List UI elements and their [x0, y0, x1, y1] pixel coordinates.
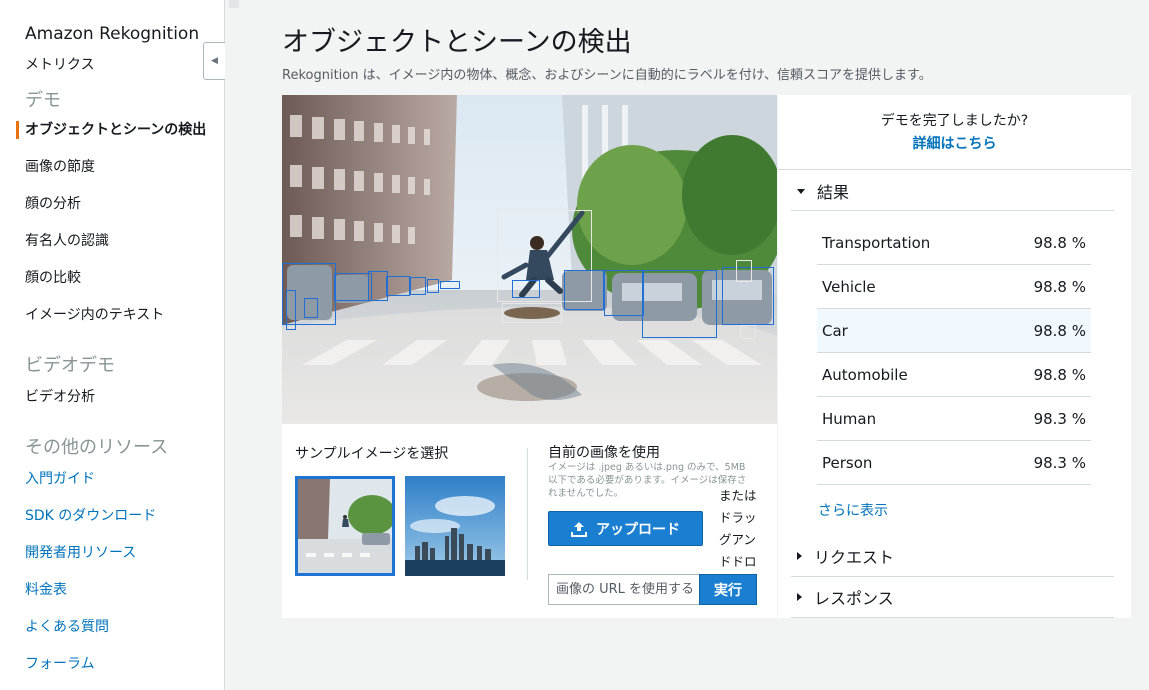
page-title: オブジェクトとシーンの検出	[282, 27, 632, 58]
result-label: Transportation	[822, 233, 931, 252]
sample-image-skateboarder[interactable]	[295, 476, 395, 576]
result-row[interactable]: Vehicle 98.8 %	[817, 265, 1091, 309]
sidebar-item-video-analysis[interactable]: ビデオ分析	[0, 387, 224, 407]
sidebar-collapse-button[interactable]: ◀	[203, 42, 225, 80]
sample-thumbnail-street	[298, 479, 392, 573]
bbox-car[interactable]	[286, 290, 296, 330]
bbox-sign[interactable]	[736, 260, 752, 282]
sidebar-item-object-scene[interactable]: オブジェクトとシーンの検出	[0, 120, 224, 140]
analyzed-image	[282, 95, 777, 424]
sidebar-item-developer-resources[interactable]: 開発者用リソース	[0, 543, 224, 563]
result-row[interactable]: Car 98.8 %	[817, 309, 1091, 353]
scroll-strip	[229, 0, 239, 8]
result-row[interactable]: Automobile 98.8 %	[817, 353, 1091, 397]
sidebar-item-metrics[interactable]: メトリクス	[0, 55, 224, 75]
bbox-car[interactable]	[334, 273, 372, 301]
result-label: Person	[822, 453, 873, 472]
bbox-car[interactable]	[304, 298, 318, 318]
divider	[791, 576, 1114, 577]
request-title: リクエスト	[814, 548, 895, 567]
show-more-link[interactable]: さらに表示	[818, 500, 888, 520]
sidebar-section-video: ビデオデモ	[25, 355, 115, 376]
result-label: Vehicle	[822, 277, 876, 296]
bbox-car[interactable]	[440, 281, 460, 289]
result-row[interactable]: Human 98.3 %	[817, 397, 1091, 441]
caret-right-icon	[797, 552, 802, 560]
bbox-car[interactable]	[604, 270, 644, 316]
main-content: オブジェクトとシーンの検出 Rekognition は、イメージ内の物体、概念、…	[241, 0, 1149, 690]
result-score: 98.8 %	[1033, 365, 1086, 384]
caret-down-icon	[797, 188, 805, 194]
bbox-wheel[interactable]	[740, 325, 756, 339]
upload-icon	[571, 521, 587, 537]
divider	[791, 617, 1114, 618]
bbox-car[interactable]	[642, 270, 717, 338]
bbox-car[interactable]	[410, 277, 426, 295]
bbox-car[interactable]	[427, 279, 439, 293]
sample-thumbnail-skyline	[405, 476, 505, 576]
divider	[527, 448, 528, 580]
result-score: 98.3 %	[1033, 453, 1086, 472]
results-accordion-header[interactable]: 結果	[797, 179, 849, 203]
caret-right-icon	[797, 593, 802, 601]
divider	[778, 169, 1131, 170]
results-title: 結果	[817, 183, 850, 202]
result-label: Automobile	[822, 365, 908, 384]
sidebar-item-faq[interactable]: よくある質問	[0, 617, 224, 637]
bbox-car[interactable]	[512, 280, 540, 298]
response-title: レスポンス	[814, 589, 894, 608]
response-accordion-header[interactable]: レスポンス	[797, 585, 894, 609]
result-row[interactable]: Person 98.3 %	[817, 441, 1091, 485]
sample-images-title: サンプルイメージを選択	[295, 446, 449, 462]
sidebar-item-sdk-download[interactable]: SDK のダウンロード	[0, 506, 224, 526]
sidebar-section-demo: デモ	[25, 90, 61, 111]
image-url-input[interactable]	[548, 574, 700, 605]
request-accordion-header[interactable]: リクエスト	[797, 544, 894, 568]
sidebar-app-title[interactable]: Amazon Rekognition	[0, 22, 224, 46]
sidebar: Amazon Rekognition メトリクス デモ オブジェクトとシーンの検…	[0, 0, 225, 690]
bbox-skateboard[interactable]	[502, 303, 562, 323]
result-score: 98.8 %	[1033, 321, 1086, 340]
run-button[interactable]: 実行	[699, 574, 757, 605]
demo-complete-question: デモを完了しましたか?	[880, 113, 1029, 129]
own-image-title: 自前の画像を使用	[548, 445, 660, 461]
sidebar-item-getting-started[interactable]: 入門ガイド	[0, 469, 224, 489]
result-score: 98.8 %	[1033, 233, 1086, 252]
upload-button[interactable]: アップロード	[548, 511, 703, 546]
result-label: Human	[822, 409, 877, 428]
divider	[791, 210, 1114, 211]
demo-panel: サンプルイメージを選択 自前の画像を使用 イメージは .jpeg あるいは.pn…	[282, 95, 777, 618]
sidebar-section-resources: その他のリソース	[25, 437, 169, 458]
drag-drop-hint: またはドラッグアンドドロ	[719, 488, 757, 569]
sidebar-item-forum[interactable]: フォーラム	[0, 654, 224, 674]
chevron-left-icon: ◀	[211, 56, 218, 66]
result-score: 98.8 %	[1033, 277, 1086, 296]
bbox-car[interactable]	[564, 270, 604, 310]
learn-more-link[interactable]: 詳細はこちら	[778, 133, 1131, 153]
sidebar-item-pricing[interactable]: 料金表	[0, 580, 224, 600]
sample-image-city-skyline[interactable]	[405, 476, 505, 576]
upload-button-label: アップロード	[596, 521, 680, 538]
sidebar-item-celebrity[interactable]: 有名人の認識	[0, 231, 224, 251]
result-row[interactable]: Transportation 98.8 %	[817, 221, 1091, 265]
sidebar-item-face-analysis[interactable]: 顔の分析	[0, 194, 224, 214]
result-score: 98.3 %	[1033, 409, 1086, 428]
sidebar-item-text-in-image[interactable]: イメージ内のテキスト	[0, 305, 224, 325]
sidebar-item-face-compare[interactable]: 顔の比較	[0, 268, 224, 288]
bbox-car[interactable]	[386, 276, 410, 296]
bbox-car[interactable]	[368, 271, 388, 301]
page-description: Rekognition は、イメージ内の物体、概念、およびシーンに自動的にラベル…	[282, 68, 932, 83]
results-panel: デモを完了しましたか? 詳細はこちら 結果 Transportation 98.8…	[778, 95, 1131, 618]
result-label: Car	[822, 321, 848, 340]
sidebar-item-moderation[interactable]: 画像の節度	[0, 157, 224, 177]
